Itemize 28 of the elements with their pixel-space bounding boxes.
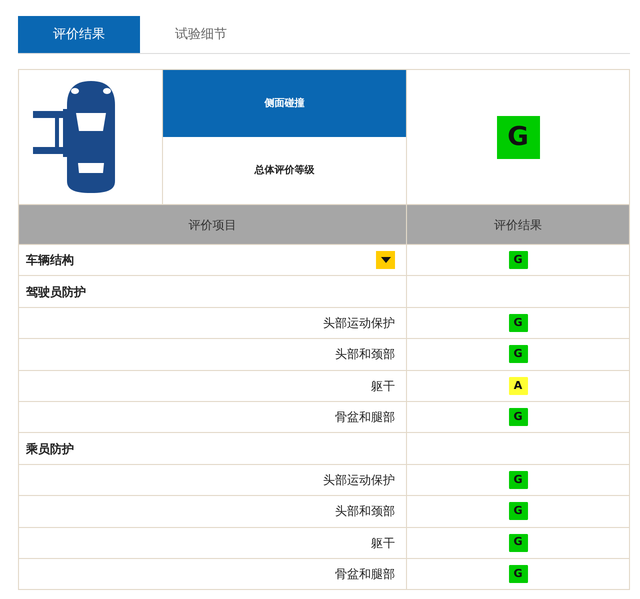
row-label: 乘员防护 — [26, 440, 74, 458]
grade-badge: G — [508, 408, 528, 426]
overall-rating-label: 总体评价等级 — [253, 164, 316, 178]
dropdown-toggle[interactable] — [376, 251, 395, 270]
column-header: 评价项目 — [19, 205, 407, 244]
row-label: 驾驶员防护 — [26, 284, 86, 301]
row-label: 躯干 — [371, 534, 395, 552]
grade-badge: A — [508, 376, 528, 395]
grade-badge: G — [508, 314, 528, 332]
grade-badge: G — [508, 534, 528, 552]
row-label: 头部运动保护 — [323, 472, 395, 489]
row-label: 车辆结构 — [26, 252, 74, 270]
tab[interactable]: 评价结果 — [18, 16, 140, 53]
grade-badge: G — [508, 251, 528, 270]
caret-icon — [380, 257, 390, 264]
grade-badge: G — [508, 565, 528, 584]
column-header: 评价结果 — [407, 205, 629, 244]
test-name-header: 侧面碰撞 — [163, 70, 406, 137]
row-label: 骨盆和腿部 — [335, 409, 395, 426]
row-label: 骨盆和腿部 — [335, 566, 395, 584]
row-label: 头部和颈部 — [335, 346, 395, 364]
row-label: 头部运动保护 — [323, 314, 395, 332]
grade-badge: G — [508, 502, 528, 520]
row-label: 头部和颈部 — [335, 503, 395, 520]
grade-badge: G — [508, 470, 528, 489]
overall-grade: G — [496, 116, 540, 158]
row-label: 躯干 — [371, 378, 395, 395]
grade-badge: G — [508, 345, 528, 364]
